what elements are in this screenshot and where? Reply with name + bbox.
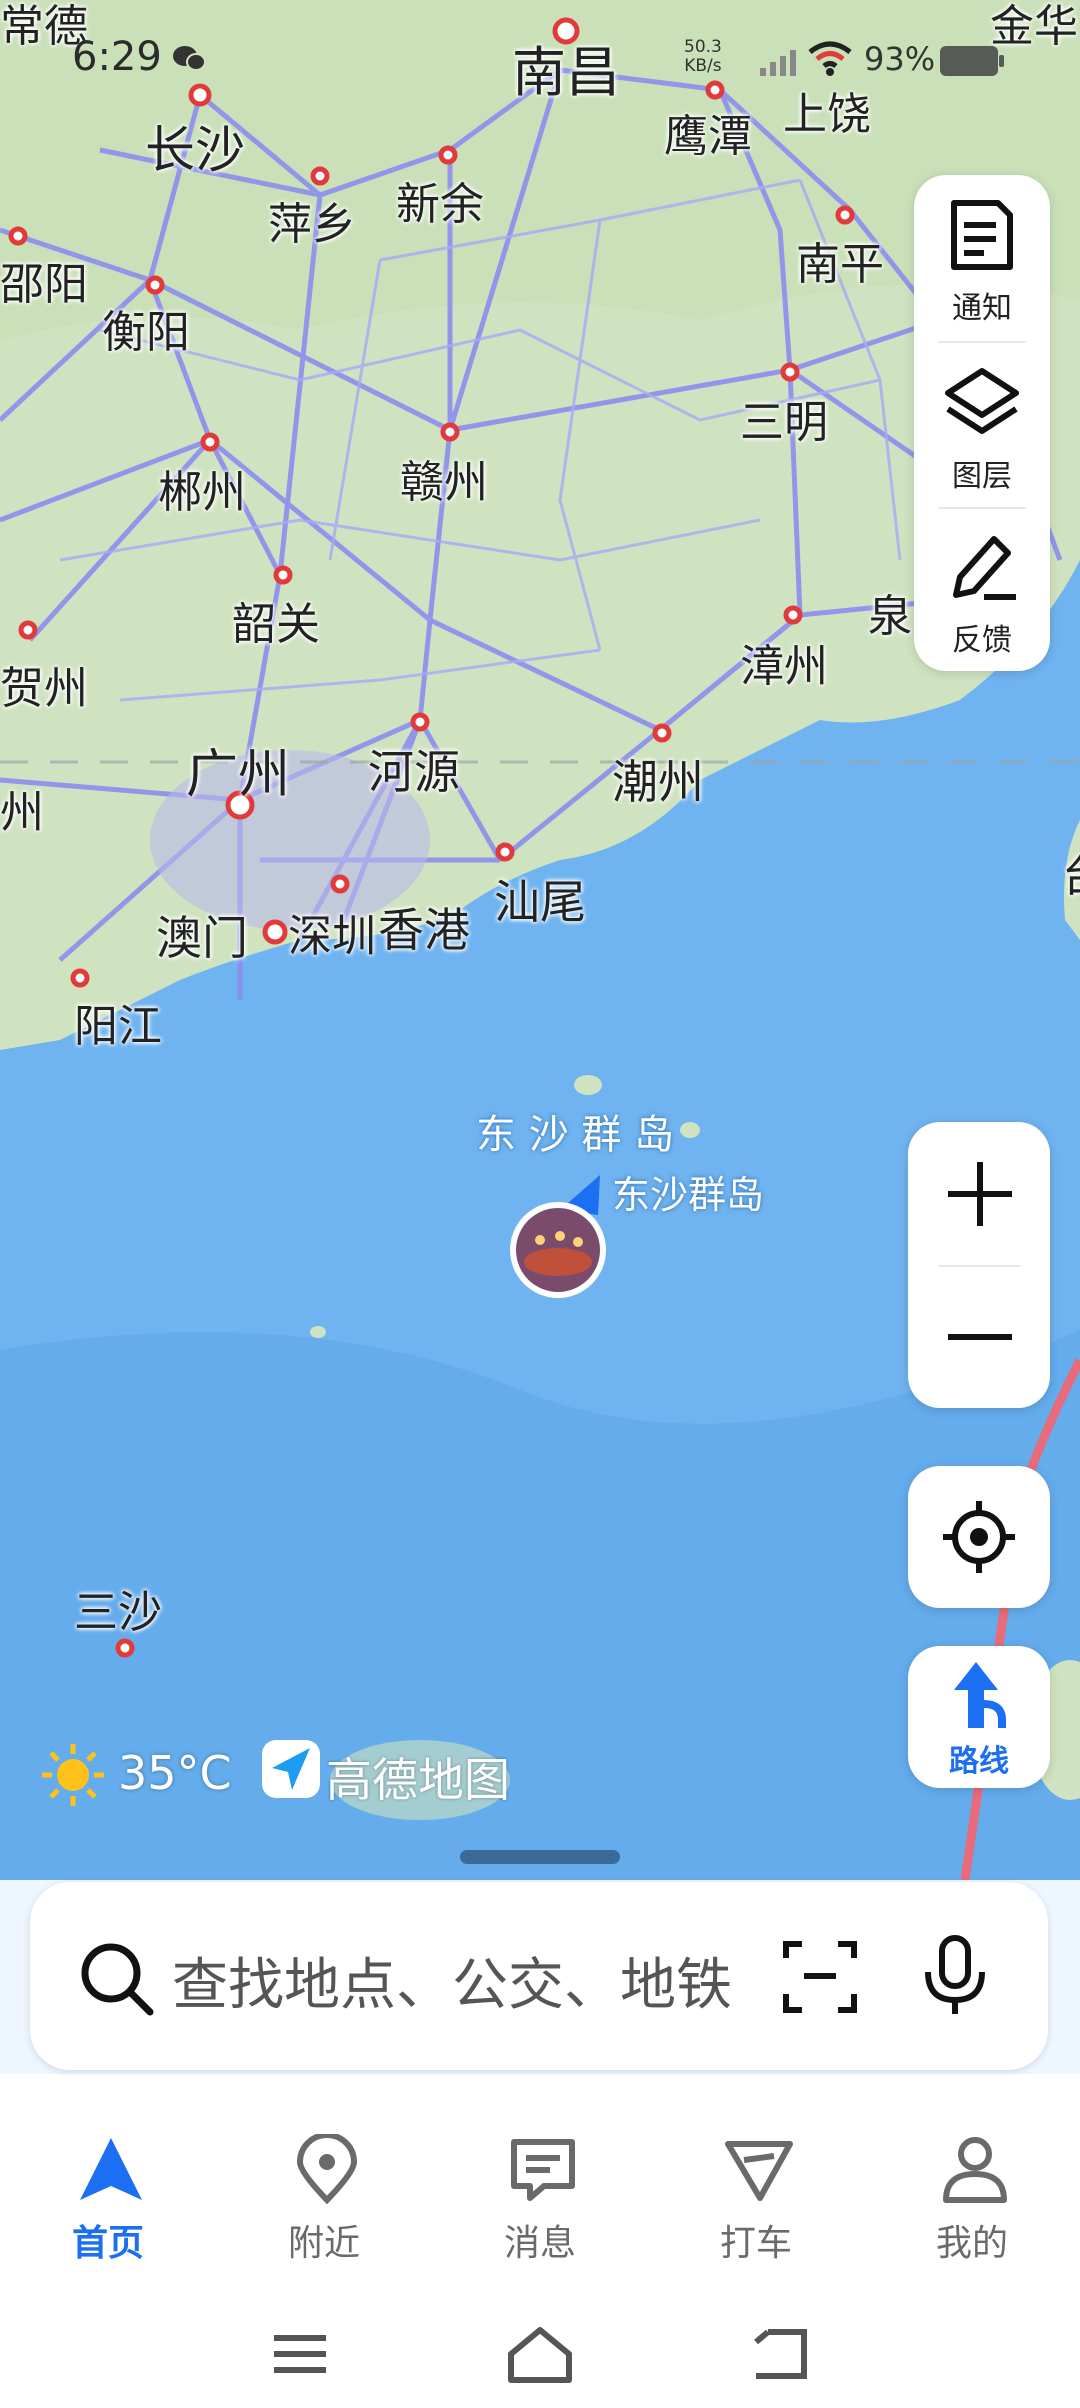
- map-city-label[interactable]: 长沙: [145, 110, 245, 182]
- scan-icon[interactable]: [782, 1938, 858, 2014]
- island-label[interactable]: 东 沙 群 岛: [476, 1102, 674, 1160]
- map-city-label[interactable]: 贺州: [0, 652, 88, 716]
- location-pin-icon: [296, 2134, 358, 2204]
- sun-icon: [42, 1744, 104, 1806]
- feedback-button[interactable]: 反馈: [914, 507, 1050, 667]
- user-icon: [943, 2137, 1007, 2203]
- map-city-label[interactable]: 澳门: [156, 902, 248, 968]
- back-icon[interactable]: [748, 2324, 812, 2388]
- status-bar: 6:29 50.3 KB/s 93%: [0, 30, 1080, 90]
- map-city-label[interactable]: 萍乡: [268, 188, 356, 252]
- taxi-icon: [725, 2141, 793, 2201]
- brand-name: 高德地图: [326, 1753, 510, 1807]
- map-city-label[interactable]: 韶关: [232, 588, 320, 652]
- route-label: 路线: [949, 1744, 1009, 1779]
- route-arrow-icon: [954, 1662, 1006, 1728]
- nav-home[interactable]: 首页: [8, 2104, 208, 2284]
- map-city-label[interactable]: 三明: [740, 386, 828, 450]
- message-icon: [511, 2139, 575, 2201]
- map-tools-panel: 通知 图层 反馈: [914, 175, 1050, 671]
- wechat-icon: [173, 46, 206, 71]
- map-city-label[interactable]: 阳江: [74, 990, 162, 1054]
- map-city-label[interactable]: 汕尾: [494, 866, 586, 932]
- nav-messages-label: 消息: [503, 2223, 576, 2264]
- wifi-icon: [808, 41, 852, 76]
- nav-profile-label: 我的: [935, 2223, 1008, 2264]
- minus-icon: [948, 1334, 1012, 1340]
- notice-label: 通知: [952, 291, 1012, 326]
- map-city-label[interactable]: 衡阳: [102, 296, 190, 360]
- search-placeholder: 查找地点、公交、地铁: [172, 1953, 732, 2018]
- net-speed: 50.3 KB/s: [684, 37, 722, 76]
- nav-home-label: 首页: [71, 2223, 144, 2264]
- nav-nearby-label: 附近: [287, 2223, 360, 2264]
- route-button[interactable]: 路线: [908, 1646, 1050, 1788]
- map-city-label[interactable]: 深圳: [288, 900, 376, 964]
- nav-profile[interactable]: 我的: [872, 2104, 1072, 2284]
- search-bar[interactable]: 查找地点、公交、地铁: [30, 1882, 1048, 2070]
- home-icon[interactable]: [505, 2324, 575, 2388]
- brand-logo: 高德地图: [262, 1740, 510, 1807]
- notice-icon: [951, 200, 1013, 270]
- nav-messages[interactable]: 消息: [440, 2104, 640, 2284]
- menu-icon[interactable]: [270, 2324, 330, 2388]
- map-city-label[interactable]: 赣州: [400, 446, 488, 510]
- map-city-label[interactable]: 河源: [368, 736, 460, 802]
- map-city-label[interactable]: 潮州: [612, 746, 704, 812]
- nav-taxi-label: 打车: [719, 2223, 792, 2264]
- status-time: 6:29: [72, 34, 162, 80]
- map-city-label[interactable]: 邵阳: [0, 248, 88, 312]
- map-city-label[interactable]: 漳州: [740, 630, 828, 694]
- feedback-label: 反馈: [952, 623, 1012, 658]
- zoom-out-button[interactable]: [908, 1265, 1050, 1408]
- system-nav-bar: [0, 2300, 1080, 2408]
- map-city-label[interactable]: 泉: [868, 580, 912, 644]
- feedback-icon: [953, 536, 1016, 600]
- nav-nearby[interactable]: 附近: [224, 2104, 424, 2284]
- signal-icon: [760, 50, 796, 76]
- locate-icon: [943, 1501, 1015, 1573]
- locate-button[interactable]: [908, 1466, 1050, 1608]
- home-arrow-icon: [80, 2138, 142, 2200]
- weather-temp: 35°C: [118, 1746, 232, 1800]
- battery-icon: [940, 46, 1004, 76]
- map-city-label[interactable]: 新余: [396, 168, 484, 232]
- battery-percent: 93%: [864, 40, 936, 78]
- search-icon: [81, 1943, 154, 2016]
- plus-icon: [948, 1162, 1012, 1226]
- bottom-nav: 首页 附近 消息 打车 我的: [0, 2104, 1080, 2284]
- map-city-label[interactable]: 鹰潭: [664, 100, 752, 164]
- map-city-label[interactable]: 广州: [186, 732, 290, 807]
- microphone-icon[interactable]: [920, 1934, 990, 2018]
- layers-label: 图层: [952, 459, 1012, 494]
- sheet-drag-handle[interactable]: [460, 1850, 620, 1864]
- layers-icon: [945, 368, 1019, 434]
- map-city-label[interactable]: 台: [1062, 840, 1080, 904]
- layers-button[interactable]: 图层: [914, 343, 1050, 503]
- amap-logo-icon: [262, 1740, 320, 1798]
- zoom-in-button[interactable]: [908, 1122, 1050, 1265]
- poi-label[interactable]: 东沙群岛: [612, 1164, 764, 1219]
- map-city-label[interactable]: 南平: [796, 228, 884, 292]
- map-city-label[interactable]: 三沙: [74, 1576, 162, 1640]
- map-city-label[interactable]: 香港: [378, 894, 470, 960]
- map-city-label[interactable]: 州: [0, 776, 44, 840]
- zoom-controls: [908, 1122, 1050, 1408]
- map-city-label[interactable]: 郴州: [158, 456, 246, 520]
- nav-taxi[interactable]: 打车: [656, 2104, 856, 2284]
- notice-button[interactable]: 通知: [914, 175, 1050, 335]
